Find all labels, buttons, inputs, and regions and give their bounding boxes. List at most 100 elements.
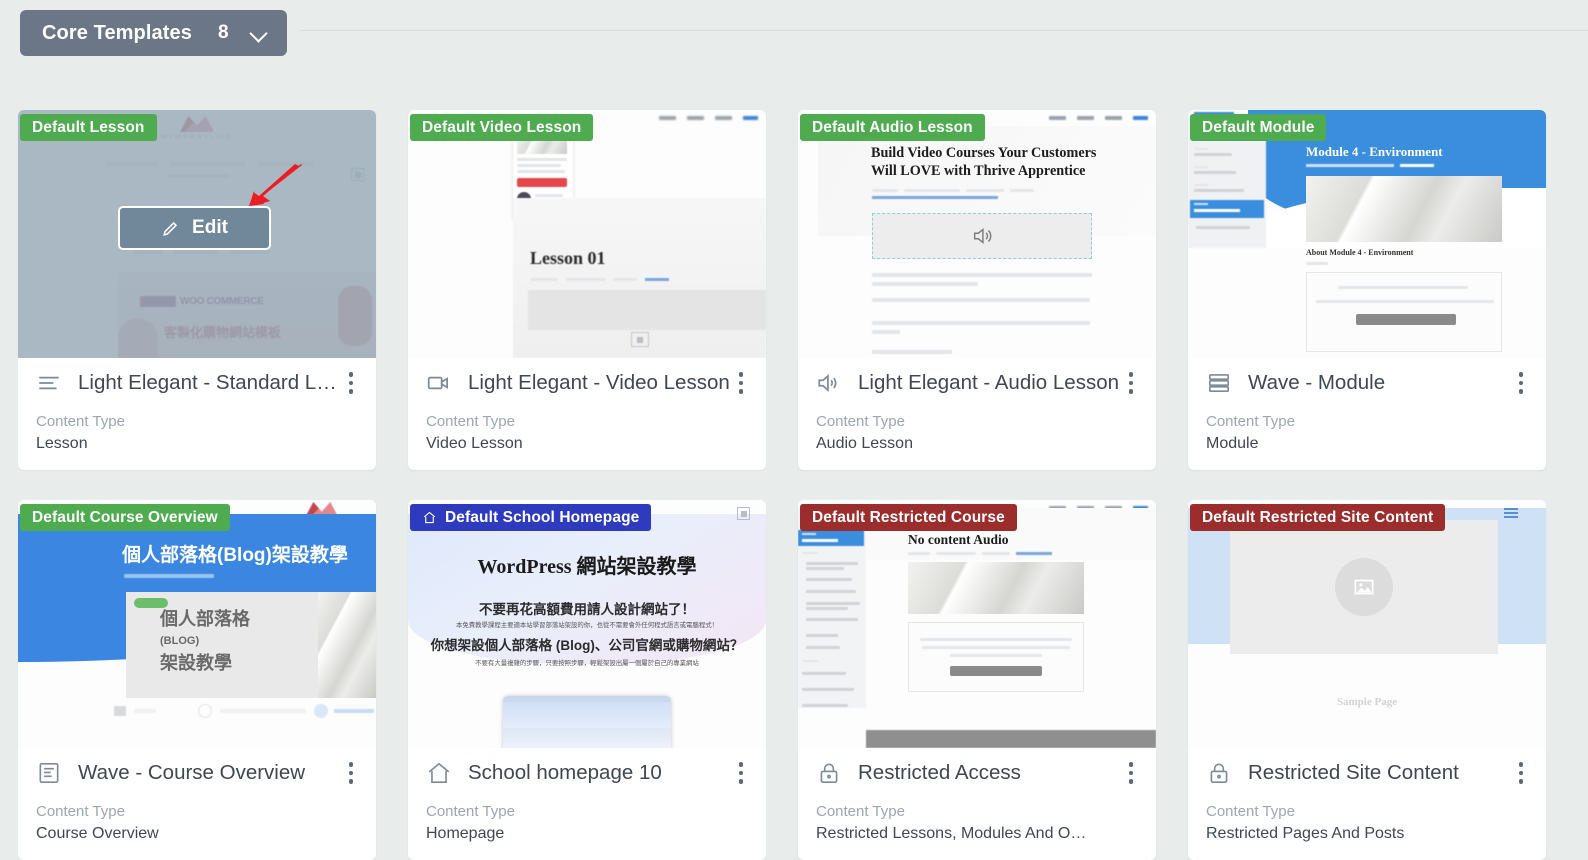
template-title: Restricted Access	[858, 761, 1021, 784]
group-count: 8	[217, 22, 229, 43]
template-badge: Default Course Overview	[20, 504, 230, 531]
card-title-row: School homepage 10	[408, 750, 766, 796]
content-type-label: Content Type	[1206, 803, 1295, 820]
card-title-row: Light Elegant - Video Lesson	[408, 360, 766, 406]
preview-fineprint-1: 本免費教學課程主要適本站學習部落站架設的你，也從不需要會外任何程式語言或電腦程式…	[455, 622, 718, 629]
template-title: Light Elegant - Audio Lesson	[858, 371, 1119, 394]
card-menu-button[interactable]	[1510, 760, 1532, 786]
card-menu-button[interactable]	[730, 760, 752, 786]
content-type-value: Video Lesson	[426, 435, 523, 452]
thumbnail-art: Build Video Courses Your Customers Will …	[798, 110, 1156, 358]
card-menu-button[interactable]	[340, 370, 362, 396]
lock-icon	[1210, 763, 1228, 784]
content-type-label: Content Type	[426, 413, 515, 430]
speaker-icon	[818, 374, 837, 392]
video-camera-icon	[427, 376, 448, 390]
card-title-row: Restricted Site Content	[1188, 750, 1546, 796]
card-menu-button[interactable]	[340, 760, 362, 786]
lock-icon	[820, 763, 838, 784]
content-type-value: Module	[1206, 435, 1259, 452]
preview-audio-player	[872, 213, 1092, 259]
preview-heading: WordPress 網站架設教學	[477, 556, 697, 578]
template-badge: Default Restricted Course	[800, 504, 1017, 531]
preview-caption: Sample Page	[1336, 696, 1398, 708]
preview-nav	[1049, 116, 1148, 120]
thumbnail-art: No content Audio	[798, 500, 1156, 748]
template-card[interactable]: MYMERRYLIFE WOO COMMERCE 客製化購物網站模板	[18, 110, 376, 470]
template-title: Wave - Course Overview	[78, 761, 306, 784]
toolbar-divider	[300, 30, 1588, 31]
edit-button[interactable]: Edit	[118, 206, 271, 250]
card-meta: Content Type Audio Lesson	[816, 412, 913, 455]
preview-menu-icon	[737, 507, 750, 520]
template-card-grid: MYMERRYLIFE WOO COMMERCE 客製化購物網站模板	[18, 110, 1578, 860]
pencil-icon	[163, 221, 178, 236]
template-badge-label: Default School Homepage	[445, 508, 640, 526]
template-thumbnail[interactable]: Module 4 - Environment About Module 4 - …	[1188, 110, 1546, 358]
thumbnail-art: Module 4 - Environment About Module 4 - …	[1188, 110, 1546, 358]
preview-heading: Build Video Courses Your Customers Will …	[871, 145, 1097, 179]
card-title-row: Light Elegant - Standard Lesson	[18, 360, 376, 406]
template-badge-label: Default Video Lesson	[422, 118, 582, 136]
speaker-icon	[973, 228, 992, 244]
template-badge-label: Default Restricted Course	[812, 508, 1005, 526]
preview-screen	[503, 696, 671, 748]
card-title-row: Restricted Access	[798, 750, 1156, 796]
content-type-value: Audio Lesson	[816, 435, 913, 452]
template-thumbnail[interactable]: Lesson 01 Default Video Lesson	[408, 110, 766, 358]
preview-card-line3: 架設教學	[160, 653, 232, 673]
edit-button-label: Edit	[192, 217, 228, 238]
template-card[interactable]: Module 4 - Environment About Module 4 - …	[1188, 110, 1546, 470]
card-menu-button[interactable]	[1120, 370, 1142, 396]
template-card[interactable]: Build Video Courses Your Customers Will …	[798, 110, 1156, 470]
preview-card: 個人部落格 (BLOG) 架設教學	[126, 592, 376, 698]
template-card[interactable]: MYMERRYLIFE 個人部落格(Blog)架設教學 個人部落格 (BLOG)…	[18, 500, 376, 860]
card-menu-button[interactable]	[1120, 760, 1142, 786]
template-thumbnail[interactable]: MYMERRYLIFE WordPress 網站架設教學 不要再花高額費用請人設…	[408, 500, 766, 748]
template-card[interactable]: No content Audio Default Restricted Cour…	[798, 500, 1156, 860]
content-type-label: Content Type	[36, 803, 125, 820]
template-card[interactable]: Sample Page Default Restricted Site Cont…	[1188, 500, 1546, 860]
template-thumbnail[interactable]: Build Video Courses Your Customers Will …	[798, 110, 1156, 358]
template-thumbnail[interactable]: MYMERRYLIFE WOO COMMERCE 客製化購物網站模板	[18, 110, 376, 358]
preview-heading: Lesson 01	[530, 248, 606, 268]
card-menu-button[interactable]	[1510, 370, 1532, 396]
card-title-row: Wave - Module	[1188, 360, 1546, 406]
preview-heading: Module 4 - Environment	[1306, 144, 1443, 159]
content-type-value: Restricted Lessons, Modules And O…	[816, 825, 1087, 842]
preview-subheading: About Module 4 - Environment	[1306, 248, 1414, 257]
template-thumbnail[interactable]: No content Audio Default Restricted Cour…	[798, 500, 1156, 748]
content-type-value: Course Overview	[36, 825, 159, 842]
template-title: Light Elegant - Video Lesson	[468, 371, 730, 394]
card-meta: Content Type Module	[1206, 412, 1295, 455]
home-icon	[428, 762, 450, 784]
module-stack-icon	[1208, 374, 1230, 392]
template-card[interactable]: Lesson 01 Default Video Lesson Light Ele…	[408, 110, 766, 470]
template-thumbnail[interactable]: Sample Page Default Restricted Site Cont…	[1188, 500, 1546, 748]
template-thumbnail[interactable]: MYMERRYLIFE 個人部落格(Blog)架設教學 個人部落格 (BLOG)…	[18, 500, 376, 748]
top-toolbar: Core Templates 8	[0, 0, 1588, 66]
group-filter-core-templates[interactable]: Core Templates 8	[20, 10, 287, 56]
content-type-value: Lesson	[36, 435, 88, 452]
template-title: Restricted Site Content	[1248, 761, 1459, 784]
preview-image-placeholder	[1230, 520, 1498, 654]
template-title: Wave - Module	[1248, 371, 1386, 394]
preview-sidebar	[798, 508, 866, 708]
template-badge: Default Audio Lesson	[800, 114, 985, 141]
chevron-down-icon[interactable]	[251, 25, 267, 41]
thumbnail-art: MYMERRYLIFE WordPress 網站架設教學 不要再花高額費用請人設…	[408, 500, 766, 748]
template-badge-label: Default Course Overview	[32, 508, 218, 526]
card-meta: Content Type Homepage	[426, 802, 515, 845]
image-placeholder-icon	[1354, 579, 1374, 595]
content-type-label: Content Type	[816, 413, 905, 430]
card-menu-button[interactable]	[730, 370, 752, 396]
card-meta: Content Type Restricted Pages And Posts	[1206, 802, 1404, 845]
preview-line2: 不要再花高額費用請人設計網站了！	[479, 602, 695, 617]
preview-fineprint-2: 不要有大量複雜的步驟，只要按照步驟，輕鬆架設出屬一個屬於自己的專業網站	[475, 660, 699, 667]
lesson-lines-icon	[39, 376, 59, 390]
preview-menu-icon	[1504, 508, 1518, 518]
template-title: Light Elegant - Standard Lesson	[78, 371, 340, 394]
content-type-value: Homepage	[426, 825, 505, 842]
preview-nav	[659, 116, 758, 120]
template-card[interactable]: MYMERRYLIFE WordPress 網站架設教學 不要再花高額費用請人設…	[408, 500, 766, 860]
